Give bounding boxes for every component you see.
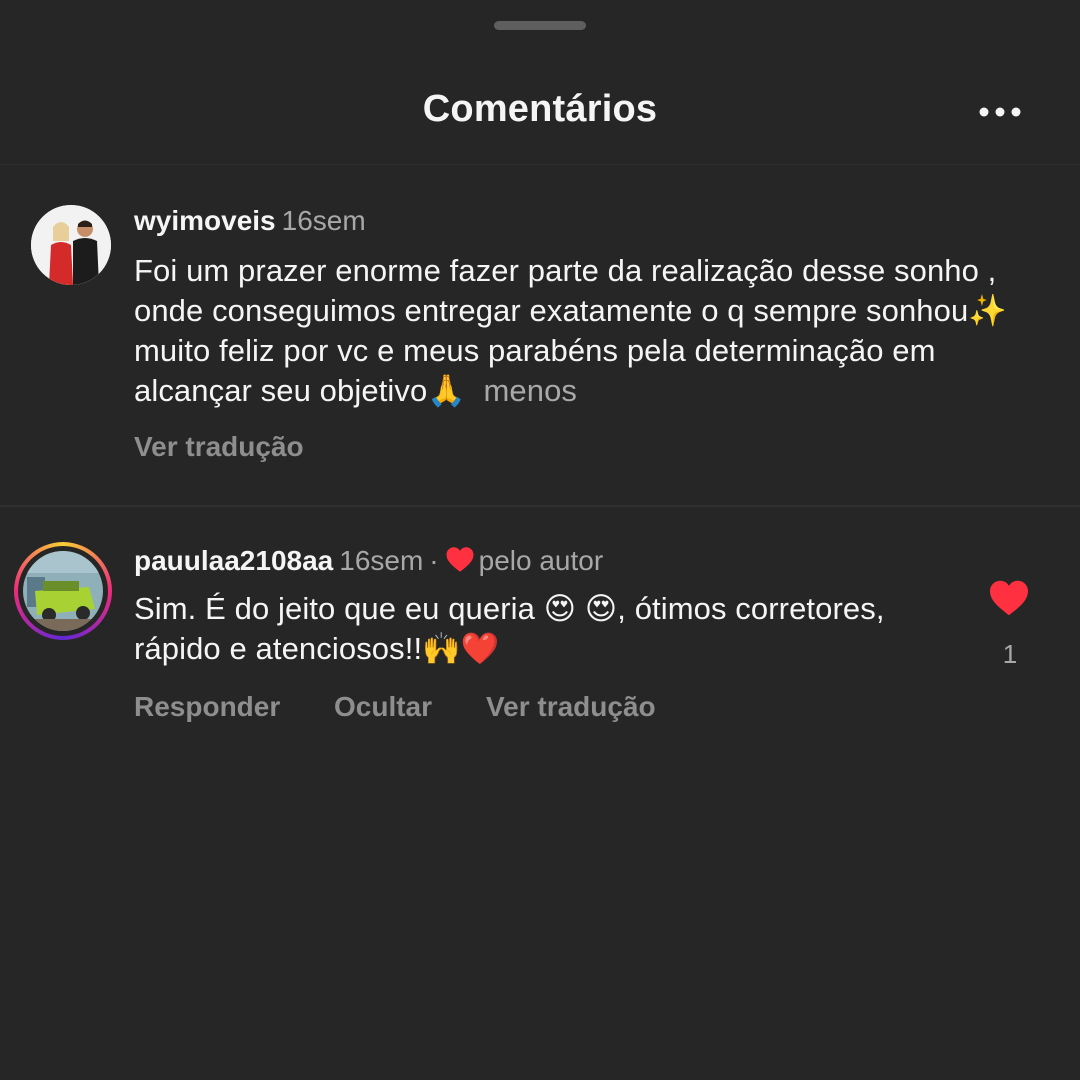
see-translation-button[interactable]: Ver tradução [134,431,304,463]
comment-time: 16sem [281,205,366,236]
sparkles-emoji: ✨ [968,293,1008,329]
avatar [23,551,103,631]
heart-eyes-emoji: 😍 [543,591,577,627]
avatar-image [31,205,111,285]
comment-item: pauulaa2108aa 16sem · pelo autor Sim. É do … [0,507,1080,767]
liked-by-author-label: pelo autor [478,545,604,576]
comment-text-main: Foi um prazer enorme fazer parte da real… [134,253,997,328]
red-heart-emoji: ❤️ [460,631,500,667]
drag-handle[interactable] [494,21,586,30]
hide-button[interactable]: Ocultar [334,691,432,723]
avatar[interactable] [31,205,111,285]
sheet-header: Comentários [0,60,1080,165]
meta-separator: · [429,545,439,576]
reply-button[interactable]: Responder [134,691,280,723]
avatar-image [23,551,103,631]
comment-meta: pauulaa2108aa 16sem · pelo autor [134,543,603,579]
comments-sheet: Comentários wyimoveis 16sem Foi um praze… [0,0,1080,1080]
comment-text: Sim. É do jeito que eu queria 😍 😍, ótimo… [134,589,974,669]
liked-by-author-heart-icon [446,547,474,572]
page-title: Comentários [422,88,658,130]
heart-eyes-emoji: 😍 [584,591,618,627]
avatar-ring-gap [18,546,108,636]
like-heart-icon[interactable] [988,579,1030,617]
more-horizontal-icon[interactable] [976,104,1024,120]
like-count: 1 [1002,639,1018,669]
raised-hands-emoji: 🙌 [422,631,461,667]
show-less-link[interactable]: menos [483,373,577,408]
comment-text-start: Sim. É do jeito que eu queria [134,591,544,626]
comment-item: wyimoveis 16sem Foi um prazer enorme faze… [0,165,1080,505]
comment-username[interactable]: wyimoveis [134,205,276,236]
story-ring[interactable] [14,542,112,640]
see-translation-button[interactable]: Ver tradução [486,691,656,723]
comment-text: Foi um prazer enorme fazer parte da real… [134,251,1034,411]
comment-username[interactable]: pauulaa2108aa [134,545,333,576]
comment-meta: wyimoveis 16sem [134,203,366,239]
comment-time: 16sem [339,545,424,576]
pray-emoji: 🙏 [427,373,467,409]
